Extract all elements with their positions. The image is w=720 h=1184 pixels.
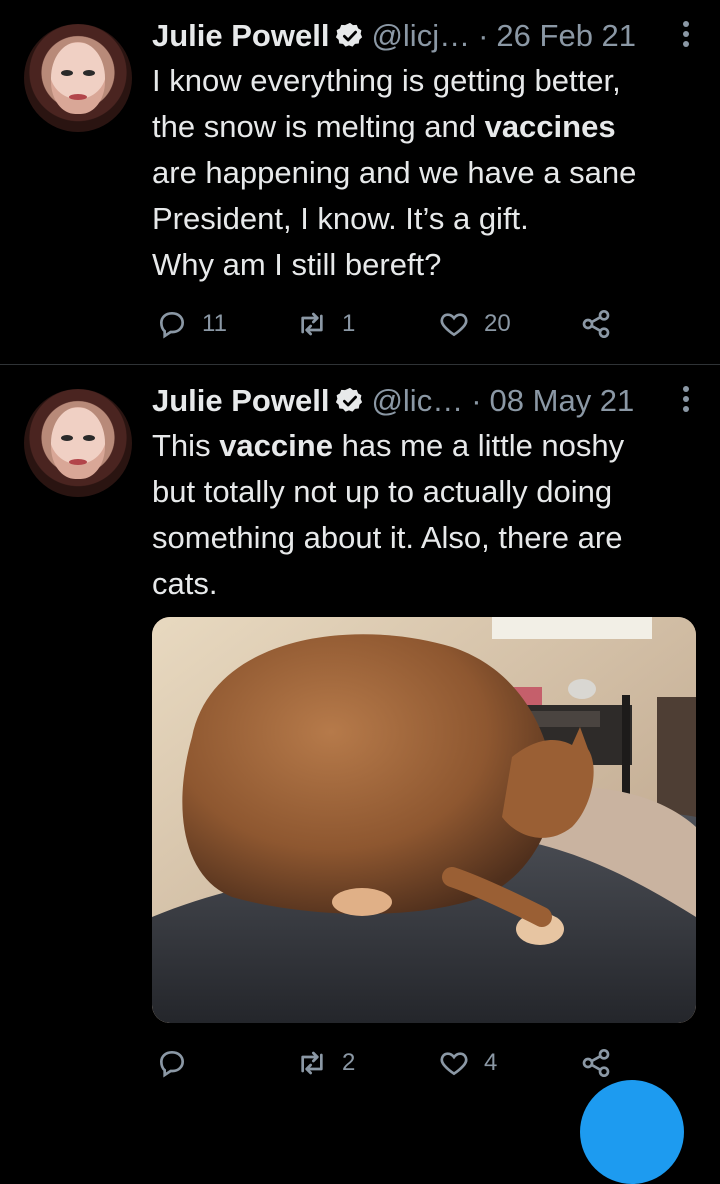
retweet-icon: [301, 1051, 323, 1075]
compose-fab[interactable]: [580, 1080, 684, 1184]
reply-icon: [159, 311, 185, 339]
tweet-card[interactable]: Julie Powell @lic… · 08 May 21 This vacc…: [0, 365, 720, 1109]
tweet-card[interactable]: Julie Powell @licj… · 26 Feb 21 I know e…: [0, 0, 720, 365]
tweet-actions: 11 1 20: [152, 304, 622, 344]
tweet-header: Julie Powell @lic… · 08 May 21: [152, 381, 690, 421]
tweet-text-line: but totally not up to actually doing: [152, 474, 613, 509]
like-count: 4: [484, 1049, 498, 1076]
tweet-text-line: are happening and we have a sane: [152, 155, 637, 190]
tweet-text-line: I know everything is getting better,: [152, 63, 621, 98]
separator-dot: ·: [478, 18, 489, 53]
cat-photo: [152, 617, 696, 1023]
tweet-text: This vaccine has me a little noshy but t…: [152, 423, 690, 607]
separator-dot: ·: [471, 383, 482, 418]
more-vertical-icon[interactable]: [682, 385, 690, 421]
tweet-date[interactable]: 08 May 21: [490, 383, 635, 419]
tweet-date[interactable]: 26 Feb 21: [496, 18, 636, 54]
tweet-text-line: the snow is melting and vaccines: [152, 109, 616, 144]
like-button[interactable]: 4: [438, 1043, 497, 1083]
author-handle[interactable]: @lic…: [371, 383, 463, 419]
tweet-text-line: This vaccine has me a little noshy: [152, 428, 625, 463]
reply-count: 11: [202, 310, 227, 337]
like-icon: [440, 313, 468, 337]
verified-icon: [335, 386, 365, 416]
author-name[interactable]: Julie Powell: [152, 383, 329, 419]
retweet-button[interactable]: 2: [296, 1043, 355, 1083]
retweet-count: 2: [342, 1049, 356, 1076]
like-count: 20: [484, 310, 511, 337]
share-button[interactable]: [580, 304, 612, 344]
verified-icon: [335, 21, 365, 51]
reply-icon: [159, 1050, 185, 1078]
tweet-text: I know everything is getting better, the…: [152, 58, 690, 288]
author-handle[interactable]: @licj…: [371, 18, 470, 54]
author-name[interactable]: Julie Powell: [152, 18, 329, 54]
tweet-photo[interactable]: [152, 617, 696, 1023]
reply-button[interactable]: 11: [156, 304, 227, 344]
tweet-text-line: Why am I still bereft?: [152, 247, 442, 282]
share-icon: [582, 310, 610, 338]
share-icon: [582, 1049, 610, 1077]
tweet-text-line: President, I know. It’s a gift.: [152, 201, 529, 236]
more-vertical-icon[interactable]: [682, 20, 690, 56]
tweet-header: Julie Powell @licj… · 26 Feb 21: [152, 16, 690, 56]
share-button[interactable]: [580, 1043, 612, 1083]
avatar[interactable]: [24, 389, 132, 497]
tweet-actions: 2 4: [152, 1043, 622, 1083]
like-icon: [440, 1052, 468, 1076]
retweet-count: 1: [342, 310, 356, 337]
reply-button[interactable]: [156, 1043, 202, 1083]
tweet-text-line: something about it. Also, there are: [152, 520, 623, 555]
avatar[interactable]: [24, 24, 132, 132]
like-button[interactable]: 20: [438, 304, 511, 344]
retweet-icon: [301, 312, 323, 336]
retweet-button[interactable]: 1: [296, 304, 355, 344]
tweet-text-line: cats.: [152, 566, 218, 601]
